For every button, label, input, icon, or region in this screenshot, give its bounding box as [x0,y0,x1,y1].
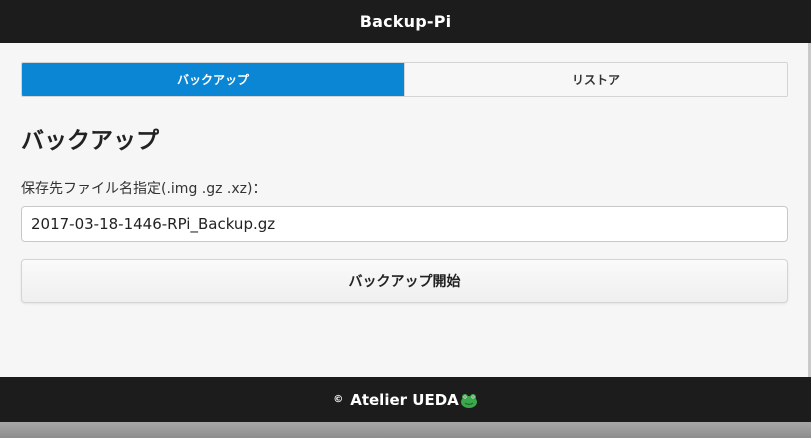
app-title: Backup-Pi [359,12,452,31]
start-backup-button[interactable]: バックアップ開始 [21,259,788,303]
frog-icon [460,391,478,409]
tab-restore[interactable]: リストア [404,63,787,96]
copyright-symbol: © [333,394,344,405]
app-footer: © Atelier UEDA [0,377,811,422]
page-title: バックアップ [21,128,159,154]
window-bottom-bar [0,422,811,438]
app-window: Backup-Pi バックアップ リストア バックアップ 保存先ファイル名指定(… [0,0,811,438]
filename-input[interactable] [21,206,788,242]
app-header: Backup-Pi [0,0,811,43]
tab-bar: バックアップ リストア [21,62,788,97]
footer-text: Atelier UEDA [350,390,459,409]
filename-label: 保存先ファイル名指定(.img .gz .xz)： [21,181,267,197]
main-content: バックアップ リストア バックアップ 保存先ファイル名指定(.img .gz .… [0,43,808,377]
tab-backup[interactable]: バックアップ [22,63,404,96]
